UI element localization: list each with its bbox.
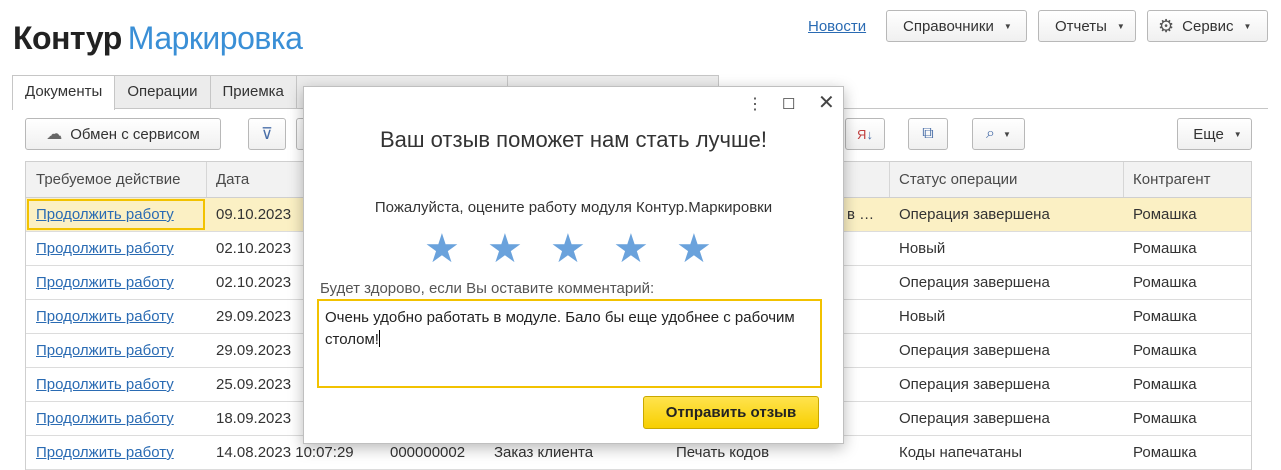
comment-label: Будет здорово, если Вы оставите коммента… bbox=[320, 280, 655, 297]
row-date: 25.09.2023 bbox=[216, 376, 292, 393]
logo-product: Маркировка bbox=[127, 20, 303, 56]
filter-button[interactable]: ⊽ bbox=[248, 118, 286, 150]
text-cursor bbox=[378, 330, 380, 347]
more-vertical-icon[interactable]: ⋮ bbox=[747, 95, 763, 115]
column-divider bbox=[1123, 162, 1124, 197]
column-header-action[interactable]: Требуемое действие bbox=[26, 162, 206, 197]
tab-documents[interactable]: Документы bbox=[12, 75, 116, 110]
kontur-logo: Контур Маркировка bbox=[13, 18, 303, 58]
chevron-down-icon: ▼ bbox=[1003, 129, 1011, 139]
row-date: 18.09.2023 bbox=[216, 410, 292, 427]
exchange-with-service-button[interactable]: ☁ Обмен с сервисом bbox=[25, 118, 221, 150]
gear-icon: ⚙ bbox=[1158, 15, 1175, 36]
more-label: Еще bbox=[1193, 125, 1224, 143]
continue-work-link[interactable]: Продолжить работу bbox=[26, 300, 206, 333]
row-date: 02.10.2023 bbox=[216, 274, 292, 291]
column-divider bbox=[206, 162, 207, 197]
row-date: 09.10.2023 bbox=[216, 206, 292, 223]
directories-menu-button[interactable]: Справочники ▼ bbox=[886, 10, 1027, 42]
close-icon[interactable]: ✕ bbox=[818, 93, 835, 113]
column-header-status[interactable]: Статус операции bbox=[889, 162, 1123, 197]
row-counterparty: Ромашка bbox=[1133, 274, 1197, 291]
reports-menu-button[interactable]: Отчеты ▼ bbox=[1038, 10, 1136, 42]
comment-textarea[interactable]: Очень удобно работать в модуле. Бало бы … bbox=[317, 299, 822, 388]
chevron-down-icon: ▼ bbox=[1233, 129, 1242, 139]
row-counterparty: Ромашка bbox=[1133, 410, 1197, 427]
row-counterparty: Ромашка bbox=[1133, 444, 1197, 461]
row-status: Новый bbox=[899, 308, 946, 325]
row-counterparty: Ромашка bbox=[1133, 376, 1197, 393]
rating-prompt: Пожалуйста, оцените работу модуля Контур… bbox=[374, 199, 773, 216]
continue-work-link[interactable]: Продолжить работу bbox=[26, 232, 206, 265]
row-status: Коды напечатаны bbox=[899, 444, 1022, 461]
tab-operations[interactable]: Операции bbox=[114, 75, 211, 109]
continue-work-link[interactable]: Продолжить работу bbox=[26, 334, 206, 367]
column-header-counterparty[interactable]: Контрагент bbox=[1123, 162, 1253, 197]
sort-arrow-icon: ↓ bbox=[866, 126, 873, 142]
star-icon[interactable]: ★ bbox=[424, 227, 487, 271]
row-date: 29.09.2023 bbox=[216, 308, 292, 325]
chevron-down-icon: ▼ bbox=[1116, 21, 1125, 31]
continue-work-link[interactable]: Продолжить работу bbox=[26, 266, 206, 299]
filter-icon: ⊽ bbox=[261, 126, 273, 143]
exchange-label: Обмен с сервисом bbox=[70, 125, 200, 143]
dialog-title: Ваш отзыв поможет нам стать лучше! bbox=[379, 127, 768, 152]
structure-button[interactable]: ⧉ bbox=[908, 118, 948, 150]
search-menu-button[interactable]: ⌕ ▼ bbox=[972, 118, 1025, 150]
news-link[interactable]: Новости bbox=[808, 17, 866, 37]
more-button[interactable]: Еще ▼ bbox=[1177, 118, 1252, 150]
directories-label: Справочники bbox=[903, 17, 994, 35]
row-date: 29.09.2023 bbox=[216, 342, 292, 359]
sort-button[interactable]: Я ↓ bbox=[845, 118, 885, 150]
star-icon[interactable]: ★ bbox=[676, 227, 739, 271]
row-status: Новый bbox=[899, 240, 946, 257]
row-status: Операция завершена bbox=[899, 376, 1050, 393]
continue-work-link[interactable]: Продолжить работу bbox=[26, 436, 206, 469]
row-status: Операция завершена bbox=[899, 206, 1050, 223]
row-date: 02.10.2023 bbox=[216, 240, 292, 257]
feedback-dialog: ⋮ ☐ ✕ Ваш отзыв поможет нам стать лучше!… bbox=[303, 86, 844, 444]
logo-brand: Контур bbox=[13, 20, 122, 56]
row-counterparty: Ромашка bbox=[1133, 308, 1197, 325]
search-icon: ⌕ bbox=[986, 125, 996, 142]
chevron-down-icon: ▼ bbox=[1003, 21, 1012, 31]
cloud-sync-icon: ☁ bbox=[46, 126, 63, 143]
continue-work-link[interactable]: Продолжить работу bbox=[26, 198, 206, 231]
star-rating: ★ ★ ★ ★ ★ bbox=[424, 227, 739, 271]
maximize-icon[interactable]: ☐ bbox=[782, 95, 795, 115]
hierarchy-icon: ⧉ bbox=[922, 125, 934, 142]
service-label: Сервис bbox=[1182, 17, 1234, 35]
row-status: Операция завершена bbox=[899, 410, 1050, 427]
reports-label: Отчеты bbox=[1055, 17, 1107, 35]
star-icon[interactable]: ★ bbox=[487, 227, 550, 271]
row-counterparty: Ромашка bbox=[1133, 240, 1197, 257]
star-icon[interactable]: ★ bbox=[550, 227, 613, 271]
continue-work-link[interactable]: Продолжить работу bbox=[26, 368, 206, 401]
row-counterparty: Ромашка bbox=[1133, 342, 1197, 359]
star-icon[interactable]: ★ bbox=[613, 227, 676, 271]
submit-feedback-button[interactable]: Отправить отзыв bbox=[643, 396, 819, 429]
sort-alpha-icon: Я bbox=[857, 126, 867, 142]
column-divider bbox=[889, 162, 890, 197]
row-status: Операция завершена bbox=[899, 342, 1050, 359]
continue-work-link[interactable]: Продолжить работу bbox=[26, 402, 206, 435]
comment-text: Очень удобно работать в модуле. Бало бы … bbox=[325, 309, 795, 348]
chevron-down-icon: ▼ bbox=[1243, 21, 1252, 31]
row-operation: в … bbox=[847, 206, 875, 223]
service-menu-button[interactable]: ⚙ Сервис ▼ bbox=[1147, 10, 1268, 42]
row-status: Операция завершена bbox=[899, 274, 1050, 291]
row-counterparty: Ромашка bbox=[1133, 206, 1197, 223]
tab-acceptance[interactable]: Приемка bbox=[209, 75, 297, 109]
